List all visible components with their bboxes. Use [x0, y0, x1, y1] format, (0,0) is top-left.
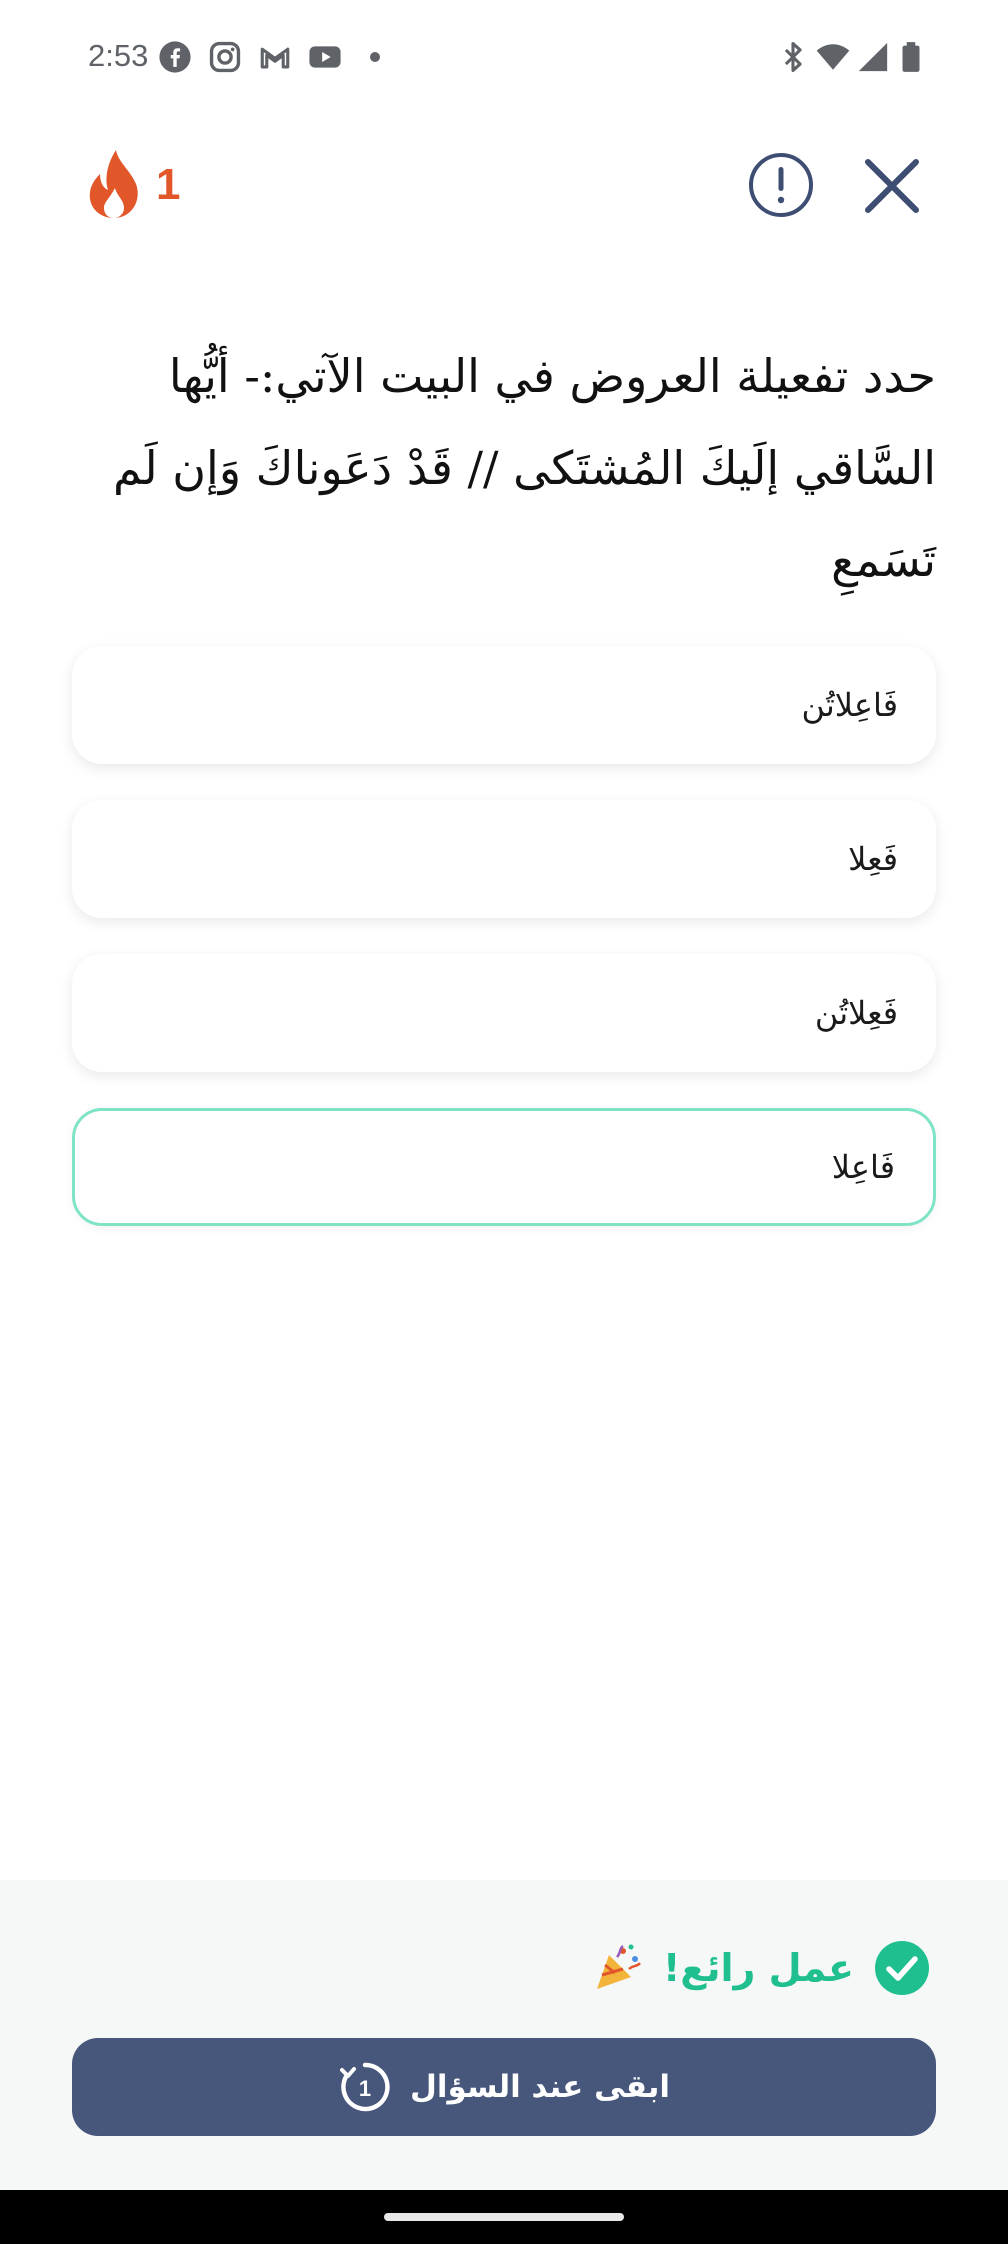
instagram-icon [209, 41, 241, 73]
answer-option-label: فَعِلاتُن [814, 994, 898, 1032]
answer-option-label: فَعِلا [848, 840, 898, 878]
stay-button-label: ابقى عند السؤال [409, 2069, 671, 2105]
stay-on-question-button[interactable]: ابقى عند السؤال 1 [72, 2038, 936, 2136]
retry-icon: 1 [339, 2062, 390, 2112]
system-nav-bar [0, 2190, 1008, 2244]
battery-icon [902, 42, 920, 72]
signal-icon [858, 42, 888, 72]
answer-option-label: فَاعِلا [831, 1148, 895, 1186]
answer-option-label: فَاعِلاتُن [801, 686, 899, 724]
retry-count: 1 [359, 2076, 371, 2101]
close-icon[interactable] [862, 156, 922, 216]
answer-option-2[interactable]: فَعِلا [72, 800, 936, 918]
status-time: 2:53 [88, 38, 149, 73]
streak-indicator: 1 [86, 148, 206, 222]
gmail-icon [260, 47, 290, 69]
feedback-message: عمل رائع! [593, 1940, 930, 1996]
wifi-icon [816, 44, 850, 70]
feedback-panel: عمل رائع! ابقى عند السؤال 1 [0, 1880, 1008, 2190]
party-popper-icon [596, 1944, 641, 1989]
bluetooth-icon [784, 41, 802, 73]
flame-icon [89, 150, 138, 218]
check-circle-icon [875, 1941, 929, 1995]
answer-option-3[interactable]: فَعِلاتُن [72, 954, 936, 1072]
question-text: حدد تفعيلة العروض في البيت الآتي:- أيُّه… [113, 349, 936, 587]
answer-option-4-selected[interactable]: فَاعِلا [72, 1108, 936, 1226]
notification-dot [370, 52, 380, 62]
feedback-text: عمل رائع! [662, 1946, 854, 1990]
facebook-icon [159, 41, 191, 73]
streak-count: 1 [156, 160, 181, 209]
answer-option-1[interactable]: فَاعِلاتُن [72, 646, 936, 764]
info-icon[interactable] [748, 152, 814, 218]
home-handle[interactable] [384, 2213, 624, 2221]
youtube-icon [309, 46, 341, 68]
status-bar: 2:53 [0, 0, 1008, 112]
